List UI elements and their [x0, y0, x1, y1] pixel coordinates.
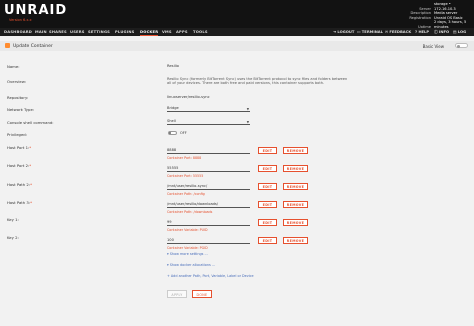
active-tab-indicator [140, 35, 158, 36]
console-shell-select[interactable]: Shell ▼ [167, 118, 250, 125]
toggle-knob [169, 132, 171, 134]
host-port-2-label-text: Host Port 2: [7, 163, 30, 168]
nav-terminal-label: TERMINAL [361, 30, 383, 34]
host-port-1-hint: Container Port: 8888 [167, 156, 202, 160]
docker-icon [5, 43, 10, 48]
repository-input[interactable]: linuxserver/resilio-sync [167, 95, 210, 99]
show-docker-allocations-label: Show docker allocations ... [169, 263, 216, 267]
edit-button[interactable]: EDIT [258, 165, 277, 172]
name-label: Name: [7, 64, 20, 69]
nav-plugins[interactable]: PLUGINS [115, 30, 134, 34]
nav-dashboard[interactable]: DASHBOARD [4, 30, 32, 34]
main-nav: DASHBOARD MAIN SHARES USERS SETTINGS PLU… [0, 28, 474, 36]
add-another-link[interactable]: + Add another Path, Port, Variable, Labe… [167, 274, 254, 278]
nav-settings[interactable]: SETTINGS [88, 30, 110, 34]
remove-button[interactable]: REMOVE [283, 237, 308, 244]
nav-help[interactable]: ? HELP [415, 30, 429, 34]
privileged-toggle[interactable] [168, 131, 177, 135]
nav-users[interactable]: USERS [70, 30, 85, 34]
show-docker-allocations-link[interactable]: ▾ Show docker allocations ... [167, 263, 215, 267]
key-1-hint: Container Variable: PUID [167, 228, 208, 232]
host-path-2-hint: Container Path: /config [167, 192, 205, 196]
network-type-value: Bridge [167, 106, 179, 110]
header-bar: UNRAID Version 6.x.x Serverstorage • 172… [0, 0, 474, 30]
edit-button[interactable]: EDIT [258, 183, 277, 190]
nav-tools[interactable]: TOOLS [193, 30, 208, 34]
remove-button[interactable]: REMOVE [283, 219, 308, 226]
show-more-settings-link[interactable]: ▾ Show more settings ... [167, 252, 208, 256]
nav-feedback[interactable]: ✉ FEEDBACK [385, 30, 411, 34]
nav-terminal[interactable]: ▭ TERMINAL [357, 30, 383, 34]
nav-vms[interactable]: VMS [162, 30, 172, 34]
repository-label: Repository: [7, 95, 29, 100]
basic-view-label: Basic View [422, 43, 444, 49]
remove-button[interactable]: REMOVE [283, 165, 308, 172]
page-title-bar: Update Container Basic View [0, 41, 474, 51]
apply-button[interactable]: APPLY [167, 290, 187, 298]
host-port-1-label: Host Port 1:* [7, 145, 32, 150]
edit-button[interactable]: EDIT [258, 219, 277, 226]
show-more-settings-label: Show more settings ... [169, 252, 208, 256]
edit-button[interactable]: EDIT [258, 201, 277, 208]
host-port-1-input[interactable]: 8888 [167, 147, 250, 154]
key-2-input[interactable]: 100 [167, 237, 250, 244]
network-type-select[interactable]: Bridge ▼ [167, 105, 250, 112]
nav-log[interactable]: ▤ LOG [453, 30, 466, 34]
chevron-down-icon: ▼ [246, 120, 249, 124]
nav-info[interactable]: ⓘ INFO [434, 30, 449, 35]
toggle-knob [457, 44, 460, 48]
version-label: Version 6.x.x [9, 18, 32, 22]
overview-text: Resilio Sync (formerly BitTorrent Sync) … [167, 77, 348, 86]
basic-view-toggle[interactable] [455, 43, 468, 48]
host-port-2-hint: Container Port: 55555 [167, 174, 204, 178]
privileged-label: Privileged: [7, 132, 27, 137]
privileged-state: OFF [180, 131, 187, 135]
console-shell-value: Shell [167, 119, 176, 123]
host-path-3-input[interactable]: /mnt/user/resilio/downloads/ [167, 201, 250, 208]
nav-help-label: HELP [418, 30, 430, 34]
remove-button[interactable]: REMOVE [283, 201, 308, 208]
add-another-label: Add another Path, Port, Variable, Label … [170, 274, 254, 278]
chevron-down-icon: ▼ [246, 107, 249, 111]
nav-main[interactable]: MAIN [35, 30, 47, 34]
nav-logout[interactable]: ⇥ LOGOUT [333, 30, 354, 34]
nav-shares[interactable]: SHARES [49, 30, 67, 34]
host-port-2-label: Host Port 2:* [7, 163, 32, 168]
edit-button[interactable]: EDIT [258, 237, 277, 244]
host-path-3-hint: Container Path: /downloads [167, 210, 213, 214]
remove-button[interactable]: REMOVE [283, 147, 308, 154]
key-1-label: Key 1: [7, 217, 19, 222]
overview-label: Overview: [7, 79, 26, 84]
host-path-2-label: Host Path 2:* [7, 182, 33, 187]
name-input[interactable]: Resilio [167, 64, 179, 68]
server-value: storage • 172.16.10.3 [434, 2, 456, 11]
nav-docker[interactable]: DOCKER [140, 30, 158, 34]
host-path-3-label: Host Path 3:* [7, 200, 33, 205]
host-port-2-input[interactable]: 55555 [167, 165, 250, 172]
unraid-logo[interactable]: UNRAID [4, 3, 67, 18]
remove-button[interactable]: REMOVE [283, 183, 308, 190]
console-shell-label: Console shell command: [7, 120, 54, 125]
key-2-label: Key 2: [7, 235, 19, 240]
page-title: Update Container [13, 43, 53, 49]
nav-info-label: INFO [438, 30, 450, 34]
server-info: Serverstorage • 172.16.10.3 Description M… [409, 2, 470, 30]
network-type-label: Network Type: [7, 107, 35, 112]
nav-apps[interactable]: APPS [176, 30, 188, 34]
host-path-2-label-text: Host Path 2: [7, 182, 31, 187]
key-2-hint: Container Variable: PGID [167, 246, 208, 250]
key-1-input[interactable]: 99 [167, 219, 250, 226]
nav-logout-label: LOGOUT [337, 30, 355, 34]
host-path-2-input[interactable]: /mnt/user/resilio-sync/ [167, 183, 250, 190]
nav-log-label: LOG [457, 30, 467, 34]
done-button[interactable]: DONE [192, 290, 212, 298]
host-path-3-label-text: Host Path 3: [7, 200, 31, 205]
nav-feedback-label: FEEDBACK [389, 30, 412, 34]
host-port-1-label-text: Host Port 1: [7, 145, 30, 150]
edit-button[interactable]: EDIT [258, 147, 277, 154]
